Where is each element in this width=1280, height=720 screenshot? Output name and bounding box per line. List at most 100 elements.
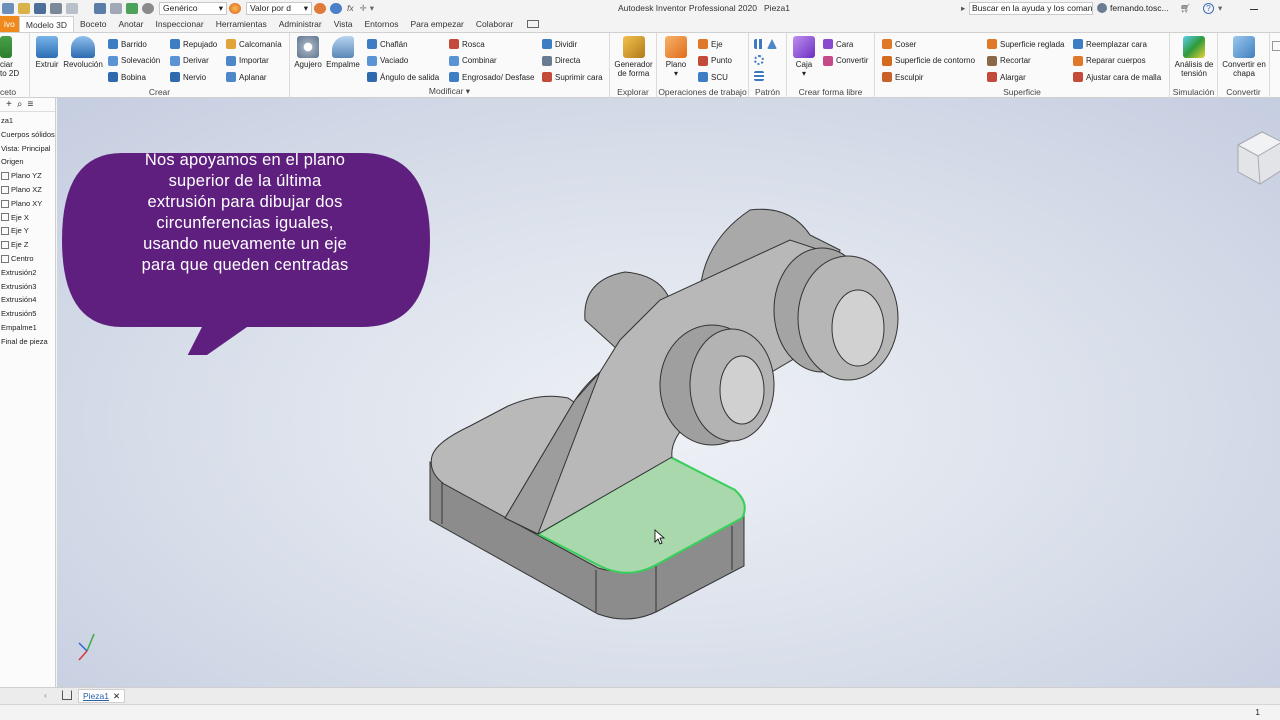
modify-rosca-button[interactable]: Rosca: [449, 37, 485, 51]
start-2d-sketch-button[interactable]: ciar to 2D: [0, 36, 28, 78]
menu-tab-boceto[interactable]: Boceto: [74, 16, 112, 32]
menu-tab-vista[interactable]: Vista: [328, 16, 359, 32]
add-icon[interactable]: +: [6, 99, 12, 110]
create-importar-button[interactable]: Importar: [226, 54, 269, 68]
browser-node[interactable]: Vista: Principal: [0, 142, 55, 156]
browser-node[interactable]: Plano YZ: [0, 169, 55, 183]
new-icon[interactable]: [2, 2, 14, 14]
chevron-down-icon[interactable]: ▾: [370, 3, 374, 14]
mirror-icon[interactable]: [767, 39, 777, 49]
create-solevacion-button[interactable]: Solevación: [108, 54, 160, 68]
browser-node[interactable]: Empalme1: [0, 321, 55, 335]
undo-icon[interactable]: [50, 2, 62, 14]
surface-alargar-button[interactable]: Alargar: [987, 70, 1026, 84]
browser-node[interactable]: Extrusión4: [0, 293, 55, 307]
stress-analysis-button[interactable]: Análisis de tensión: [1171, 36, 1217, 78]
browser-node[interactable]: Plano XY: [0, 197, 55, 211]
browser-node[interactable]: Origen: [0, 155, 55, 169]
menu-tab-colaborar[interactable]: Colaborar: [470, 16, 519, 32]
browser-node[interactable]: Eje X: [0, 211, 55, 225]
surface-ajustar-cara-de-malla-button[interactable]: Ajustar cara de malla: [1073, 70, 1161, 84]
browser-node[interactable]: Extrusión3: [0, 280, 55, 294]
freeform-convertir-button[interactable]: Convertir: [823, 54, 868, 68]
document-tab[interactable]: Pieza1 ✕: [78, 689, 126, 703]
create-aplanar-button[interactable]: Aplanar: [226, 70, 267, 84]
surface-coser-button[interactable]: Coser: [882, 37, 916, 51]
browser-node[interactable]: Eje Z: [0, 238, 55, 252]
surface-reemplazar-cara-button[interactable]: Reemplazar cara: [1073, 37, 1147, 51]
modify-suprimir-cara-button[interactable]: Suprimir cara: [542, 70, 603, 84]
scroll-left-icon[interactable]: ‹: [44, 690, 47, 700]
minimize-icon[interactable]: [1250, 9, 1258, 10]
work-eje-button[interactable]: Eje: [698, 37, 723, 51]
menu-tab-para-empezar[interactable]: Para empezar: [405, 16, 470, 32]
surface-esculpir-button[interactable]: Esculpir: [882, 70, 923, 84]
surface-superficie-de-contorno-button[interactable]: Superficie de contorno: [882, 54, 975, 68]
modify-chaflan-button[interactable]: Chaflán: [367, 37, 408, 51]
menu-tab-archivo[interactable]: ivo: [0, 16, 19, 32]
create-barrido-button[interactable]: Barrido: [108, 37, 147, 51]
value-select[interactable]: Valor por d ▾: [246, 1, 312, 15]
convert-to-sheet-metal-button[interactable]: Convertir en chapa: [1219, 36, 1269, 78]
modify-combinar-button[interactable]: Combinar: [449, 54, 497, 68]
revolve-button[interactable]: Revolución: [61, 36, 105, 69]
browser-node[interactable]: za1: [0, 114, 55, 128]
modify-vaciado-button[interactable]: Vaciado: [367, 54, 408, 68]
browser-node[interactable]: Extrusión2: [0, 266, 55, 280]
user-icon[interactable]: [1097, 3, 1107, 13]
circular-pattern-button[interactable]: [754, 53, 764, 67]
menu-tab-administrar[interactable]: Administrar: [273, 16, 328, 32]
help-icon[interactable]: ?: [1203, 2, 1214, 14]
home-icon[interactable]: [94, 2, 106, 14]
surface-recortar-button[interactable]: Recortar: [987, 54, 1031, 68]
fillet-button[interactable]: Empalme: [325, 36, 361, 69]
open-icon[interactable]: [18, 2, 30, 14]
redo-icon[interactable]: [66, 2, 78, 14]
color-override-icon[interactable]: [314, 2, 326, 14]
work-scu-button[interactable]: SCU: [698, 70, 728, 84]
help-search-input[interactable]: Buscar en la ayuda y los comand: [969, 1, 1093, 15]
modify-group-label[interactable]: Modificar ▾: [290, 86, 609, 97]
browser-node[interactable]: Eje Y: [0, 224, 55, 238]
clear-override-icon[interactable]: [330, 2, 342, 14]
layout-toggle-icon[interactable]: [527, 20, 540, 28]
browser-node[interactable]: Cuerpos sólidos(: [0, 128, 55, 142]
menu-tab-anotar[interactable]: Anotar: [112, 16, 149, 32]
freeform-cara-button[interactable]: Cara: [823, 37, 853, 51]
save-icon[interactable]: [34, 2, 46, 14]
fx-icon[interactable]: fx: [347, 3, 354, 13]
create-repujado-button[interactable]: Repujado: [170, 37, 217, 51]
menu-tab-herramientas[interactable]: Herramientas: [210, 16, 273, 32]
cart-icon[interactable]: 🛒︎: [1180, 3, 1191, 14]
extrude-button[interactable]: Extruir: [34, 36, 60, 69]
rectangular-pattern-button[interactable]: [754, 37, 777, 51]
work-punto-button[interactable]: Punto: [698, 54, 732, 68]
browser-node[interactable]: Centro: [0, 252, 55, 266]
ribbon-overflow-icon[interactable]: [1272, 41, 1280, 51]
browser-node[interactable]: Final de pieza: [0, 335, 55, 349]
menu-tab-entornos[interactable]: Entornos: [358, 16, 404, 32]
plane-button[interactable]: Plano ▾: [660, 36, 692, 78]
box-button[interactable]: Caja ▾: [790, 36, 818, 78]
menu-icon[interactable]: ≡: [27, 99, 33, 110]
browser-node[interactable]: Extrusión5: [0, 307, 55, 321]
create-derivar-button[interactable]: Derivar: [170, 54, 209, 68]
surface-reparar-cuerpos-button[interactable]: Reparar cuerpos: [1073, 54, 1146, 68]
browser-node[interactable]: Plano XZ: [0, 183, 55, 197]
appearance-select[interactable]: Genérico ▾: [159, 1, 227, 15]
modify-angulo-de-salida-button[interactable]: Ángulo de salida: [367, 70, 439, 84]
select-icon[interactable]: [110, 2, 122, 14]
menu-tab-inspeccionar[interactable]: Inspeccionar: [150, 16, 210, 32]
surface-superficie-reglada-button[interactable]: Superficie reglada: [987, 37, 1064, 51]
search-icon[interactable]: ⌕: [17, 99, 23, 110]
modify-engrosado-desfase-button[interactable]: Engrosado/ Desfase: [449, 70, 535, 84]
chevron-down-icon[interactable]: ▾: [1218, 3, 1222, 14]
user-name[interactable]: fernando.tosc...: [1110, 3, 1169, 13]
create-nervio-button[interactable]: Nervio: [170, 70, 206, 84]
home-icon[interactable]: [62, 690, 72, 700]
menu-tab-modelo-3d[interactable]: Modelo 3D: [18, 16, 74, 32]
view-cube[interactable]: [1236, 131, 1280, 185]
shape-generator-button[interactable]: Generador de forma: [611, 36, 656, 78]
materials-icon[interactable]: [142, 2, 154, 14]
plus-icon[interactable]: ✛: [360, 3, 367, 14]
